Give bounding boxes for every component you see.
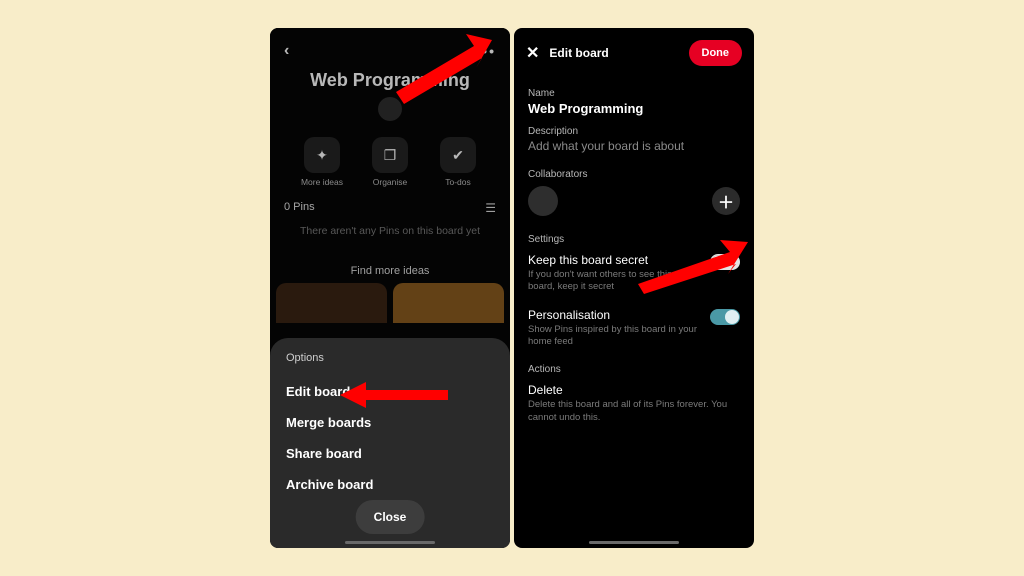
close-button[interactable]: Close [356,500,425,534]
merge-boards-option[interactable]: Merge boards [286,407,494,438]
settings-label: Settings [528,234,740,245]
screen-title: Edit board [549,46,608,60]
sparkle-icon: ✦ [304,137,340,173]
owner-avatar [378,97,402,121]
idea-thumb[interactable] [276,283,387,323]
organise-icon: ❐ [372,137,408,173]
delete-board-button[interactable]: Delete [528,383,740,397]
home-indicator [345,541,435,544]
edit-board-screen: ✕ Edit board Done Name Web Programming D… [514,28,754,548]
filter-icon[interactable]: ☰ [485,201,496,215]
back-icon[interactable]: ‹ [284,42,289,60]
options-sheet: Options Edit board Merge boards Share bo… [270,338,510,548]
check-icon: ✔ [440,137,476,173]
idea-thumb[interactable] [393,283,504,323]
collaborators-label: Collaborators [528,169,740,180]
options-heading: Options [286,352,494,364]
edit-board-option[interactable]: Edit board [286,376,494,407]
personalisation-toggle[interactable] [710,309,740,325]
board-view-screen: ‹ ••• Web Programming ✦ More ideas ❐ Org… [270,28,510,548]
secret-toggle[interactable] [710,254,740,270]
personalisation-toggle-label: Personalisation [528,308,700,322]
overflow-menu-icon[interactable]: ••• [475,43,496,59]
board-title: Web Programming [270,70,510,91]
share-board-option[interactable]: Share board [286,438,494,469]
empty-state-text: There aren't any Pins on this board yet [290,225,490,237]
delete-board-help: Delete this board and all of its Pins fo… [528,399,740,424]
add-collaborator-button[interactable]: ＋ [712,187,740,215]
personalisation-toggle-help: Show Pins inspired by this board in your… [528,324,700,349]
archive-board-option[interactable]: Archive board [286,469,494,500]
name-label: Name [528,88,740,99]
pins-count: 0 Pins [284,201,315,215]
todos-button[interactable]: ✔ To-dos [430,137,486,187]
done-button[interactable]: Done [689,40,743,66]
actions-label: Actions [528,364,740,375]
find-more-heading: Find more ideas [270,265,510,277]
description-label: Description [528,126,740,137]
description-field[interactable]: Add what your board is about [528,139,740,153]
organise-button[interactable]: ❐ Organise [362,137,418,187]
collaborator-avatar[interactable] [528,186,558,216]
name-field[interactable]: Web Programming [528,101,740,116]
secret-toggle-label: Keep this board secret [528,253,700,267]
home-indicator [589,541,679,544]
more-ideas-button[interactable]: ✦ More ideas [294,137,350,187]
close-icon[interactable]: ✕ [526,43,539,63]
secret-toggle-help: If you don't want others to see this boa… [528,269,700,294]
